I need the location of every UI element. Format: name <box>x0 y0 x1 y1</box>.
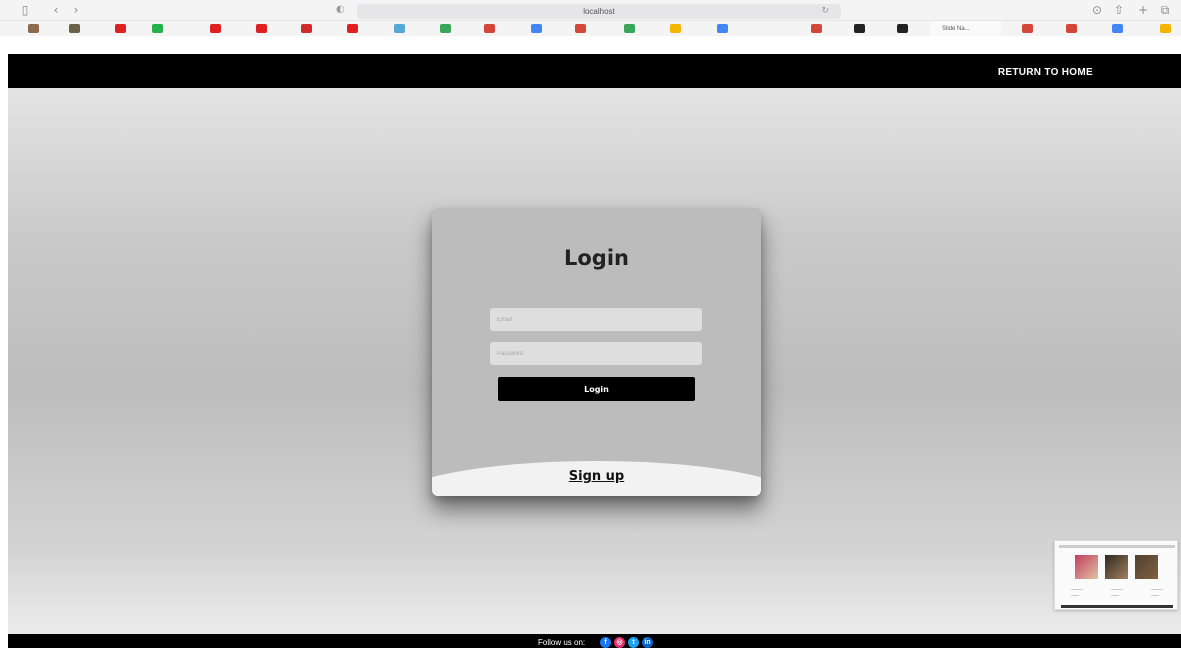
thumbnail-text-line <box>1071 589 1083 590</box>
sheets-icon[interactable] <box>440 24 451 33</box>
thumbnail-text-line <box>1151 595 1159 596</box>
privacy-shield-icon[interactable]: ◐ <box>336 4 345 15</box>
globe-icon[interactable] <box>394 24 405 33</box>
docs-icon[interactable] <box>717 24 728 33</box>
google-icon[interactable] <box>531 24 542 33</box>
thumbnail-text-line <box>1111 595 1119 596</box>
youtube-icon[interactable] <box>115 24 126 33</box>
facebook-icon[interactable]: f <box>600 637 611 648</box>
email-field[interactable] <box>490 308 702 331</box>
gmail-icon[interactable] <box>1022 24 1033 33</box>
password-field[interactable] <box>490 342 702 365</box>
instagram-icon[interactable]: ◎ <box>614 637 625 648</box>
github-icon[interactable] <box>897 24 908 33</box>
forward-icon[interactable]: › <box>70 2 82 18</box>
slides-icon[interactable] <box>670 24 681 33</box>
gear-icon[interactable] <box>301 24 312 33</box>
gmail-icon[interactable] <box>484 24 495 33</box>
twitter-icon[interactable]: t <box>628 637 639 648</box>
linkedin-icon[interactable]: in <box>642 637 653 648</box>
gmail-icon[interactable] <box>1066 24 1077 33</box>
tab-label: Slide Na... <box>942 26 970 32</box>
thumbnail-image <box>1105 555 1128 579</box>
tab-active[interactable]: Slide Na... <box>930 21 1001 36</box>
address-bar[interactable]: localhost ↻ <box>357 4 841 19</box>
return-home-link[interactable]: RETURN TO HOME <box>998 54 1093 92</box>
sheets-icon[interactable] <box>624 24 635 33</box>
login-card: Login Login Sign up <box>432 208 761 496</box>
new-tab-icon[interactable]: + <box>1136 2 1150 18</box>
thumbnail-image <box>1075 555 1098 579</box>
follow-us-label: Follow us on: <box>538 638 586 647</box>
gmail-icon[interactable] <box>575 24 586 33</box>
youtube-icon[interactable] <box>347 24 358 33</box>
login-button[interactable]: Login <box>498 377 695 401</box>
gmail-icon[interactable] <box>811 24 822 33</box>
site-footer: Follow us on: f ◎ t in <box>8 634 1181 648</box>
url-text: localhost <box>583 7 615 16</box>
site-header: RETURN TO HOME <box>8 54 1181 88</box>
back-icon[interactable]: ‹ <box>50 2 62 18</box>
share-icon[interactable]: ⇧ <box>1112 2 1126 18</box>
whatsapp-icon[interactable] <box>152 24 163 33</box>
tab-overview-icon[interactable]: ⧉ <box>1158 2 1172 18</box>
youtube-icon[interactable] <box>210 24 221 33</box>
youtube-icon[interactable] <box>256 24 267 33</box>
thumbnail-text-line <box>1151 589 1163 590</box>
cc-icon[interactable] <box>28 24 39 33</box>
downloads-icon[interactable]: ⊙ <box>1090 2 1104 18</box>
thumbnail-text-line <box>1111 589 1123 590</box>
thumbnail-footer <box>1061 605 1173 608</box>
reload-icon[interactable]: ↻ <box>821 4 829 19</box>
favorites-bar: Slide Na... <box>0 20 1181 36</box>
github-icon[interactable] <box>854 24 865 33</box>
drive-icon[interactable] <box>1160 24 1171 33</box>
login-title: Login <box>564 246 629 270</box>
browser-chrome: ▯ ‹ › ◐ localhost ↻ ⊙ ⇧ + ⧉ Slide Na... <box>0 0 1181 36</box>
thumbnail-header <box>1059 545 1175 548</box>
thumbnail-text-line <box>1071 595 1079 596</box>
thumbnail-image <box>1135 555 1158 579</box>
google-icon[interactable] <box>1112 24 1123 33</box>
cc-icon[interactable] <box>69 24 80 33</box>
browser-toolbar: ▯ ‹ › ◐ localhost ↻ ⊙ ⇧ + ⧉ <box>0 0 1181 20</box>
signup-link[interactable]: Sign up <box>432 469 761 484</box>
screenshot-thumbnail[interactable] <box>1054 540 1178 610</box>
sidebar-toggle-icon[interactable]: ▯ <box>18 2 32 18</box>
